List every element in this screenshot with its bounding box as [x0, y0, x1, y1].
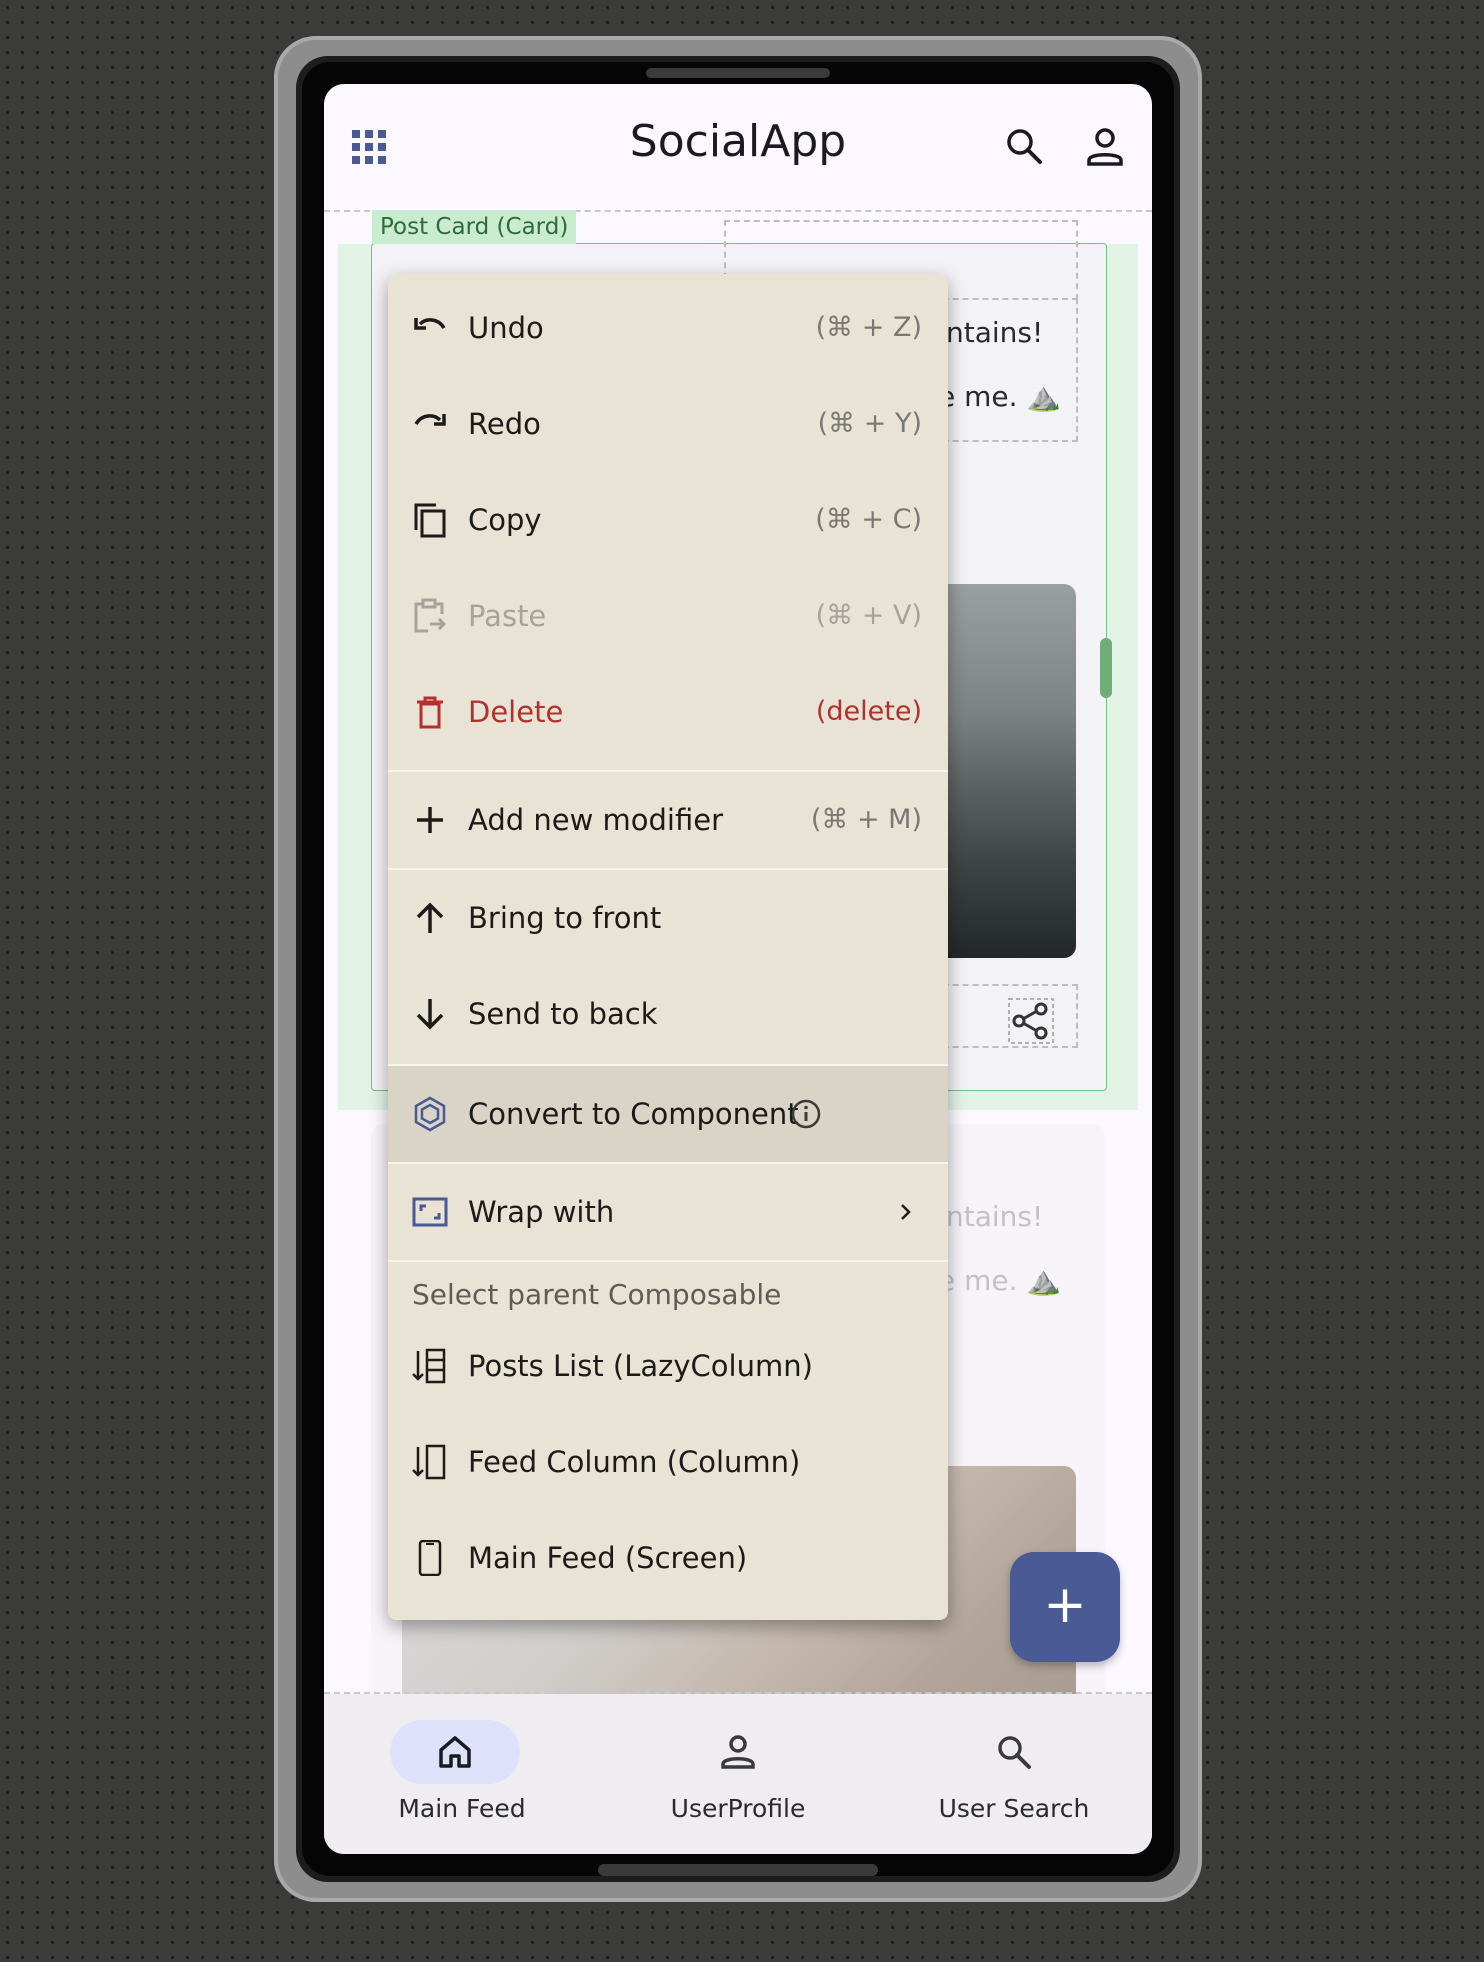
column-icon [412, 1444, 446, 1480]
post-text-line-2: e me. ⛰️ [938, 380, 1062, 413]
context-menu: Undo (⌘ + Z) Redo (⌘ + Y) Copy (⌘ + C) P… [388, 274, 948, 1620]
menu-divider [388, 1260, 948, 1262]
bottom-navigation: Main Feed UserProfile User Search [324, 1694, 1152, 1854]
menu-item-label: Wrap with [468, 1195, 615, 1229]
redo-icon [414, 414, 446, 426]
share-icon[interactable] [1008, 998, 1054, 1044]
menu-item-convert-to-component[interactable]: Convert to Component [388, 1066, 948, 1162]
menu-item-parent-feed-column[interactable]: Feed Column (Column) [388, 1414, 948, 1510]
menu-item-shortcut: (⌘ + M) [810, 804, 922, 835]
chevron-right-icon [901, 1204, 911, 1220]
info-icon[interactable] [790, 1098, 822, 1130]
nav-label: User Search [938, 1794, 1090, 1823]
menu-item-wrap-with[interactable]: Wrap with [388, 1164, 948, 1260]
menu-item-label: Convert to Component [468, 1097, 799, 1131]
nav-label: Main Feed [398, 1794, 526, 1823]
menu-item-label: Undo [468, 311, 544, 345]
menu-item-undo[interactable]: Undo (⌘ + Z) [388, 280, 948, 376]
menu-item-delete[interactable]: Delete (delete) [388, 664, 948, 760]
paste-icon [414, 598, 447, 633]
menu-item-parent-posts-list[interactable]: Posts List (LazyColumn) [388, 1318, 948, 1414]
menu-item-redo[interactable]: Redo (⌘ + Y) [388, 376, 948, 472]
menu-item-label: Feed Column (Column) [468, 1445, 801, 1479]
selection-label: Post Card (Card) [372, 210, 577, 244]
post-text-line-1: ntains! [946, 1200, 1044, 1233]
menu-item-add-modifier[interactable]: Add new modifier (⌘ + M) [388, 772, 948, 868]
nav-item-user-search[interactable]: User Search [876, 1694, 1152, 1854]
menu-item-label: Delete [468, 695, 564, 729]
nav-item-user-profile[interactable]: UserProfile [600, 1694, 876, 1854]
person-icon [721, 1735, 755, 1769]
lazycolumn-icon [412, 1348, 446, 1384]
arrow-up-icon [416, 902, 444, 933]
resize-handle[interactable] [1100, 638, 1112, 698]
parent-section-title: Select parent Composable [412, 1278, 782, 1311]
profile-icon[interactable] [1084, 126, 1126, 168]
menu-item-paste[interactable]: Paste (⌘ + V) [388, 568, 948, 664]
menu-item-shortcut: (⌘ + V) [815, 600, 922, 631]
search-icon[interactable] [1004, 126, 1044, 166]
trash-icon [417, 696, 443, 729]
menu-item-shortcut: (⌘ + Y) [817, 408, 922, 439]
arrow-down-icon [416, 999, 444, 1030]
menu-item-label: Add new modifier [468, 803, 724, 837]
wrap-icon [412, 1197, 448, 1227]
menu-item-copy[interactable]: Copy (⌘ + C) [388, 472, 948, 568]
copy-icon [414, 503, 446, 538]
nav-item-main-feed[interactable]: Main Feed [324, 1694, 600, 1854]
menu-item-label: Send to back [468, 997, 658, 1031]
top-app-bar: SocialApp [324, 84, 1152, 208]
menu-item-send-to-back[interactable]: Send to back [388, 966, 948, 1062]
menu-item-shortcut: (⌘ + Z) [815, 312, 922, 343]
menu-item-parent-main-feed[interactable]: Main Feed (Screen) [388, 1510, 948, 1606]
undo-icon [414, 318, 446, 330]
post-text-line-2: e me. ⛰️ [938, 1264, 1062, 1297]
component-icon [414, 1096, 446, 1132]
phone-icon [418, 1540, 442, 1576]
nav-label: UserProfile [670, 1794, 806, 1823]
home-icon [439, 1736, 471, 1768]
phone-chin-bar [598, 1864, 878, 1876]
menu-item-label: Paste [468, 599, 547, 633]
menu-item-shortcut: (delete) [815, 696, 922, 727]
menu-item-label: Redo [468, 407, 541, 441]
phone-speaker [646, 68, 830, 78]
menu-item-label: Main Feed (Screen) [468, 1541, 748, 1575]
menu-item-label: Bring to front [468, 901, 662, 935]
menu-item-bring-to-front[interactable]: Bring to front [388, 870, 948, 966]
post-text-line-1: ntains! [946, 316, 1044, 349]
search-icon [998, 1736, 1031, 1769]
plus-icon [417, 807, 443, 833]
menu-item-label: Copy [468, 503, 542, 537]
menu-item-shortcut: (⌘ + C) [815, 504, 922, 535]
add-post-fab[interactable]: + [1010, 1552, 1120, 1662]
menu-item-label: Posts List (LazyColumn) [468, 1349, 813, 1383]
